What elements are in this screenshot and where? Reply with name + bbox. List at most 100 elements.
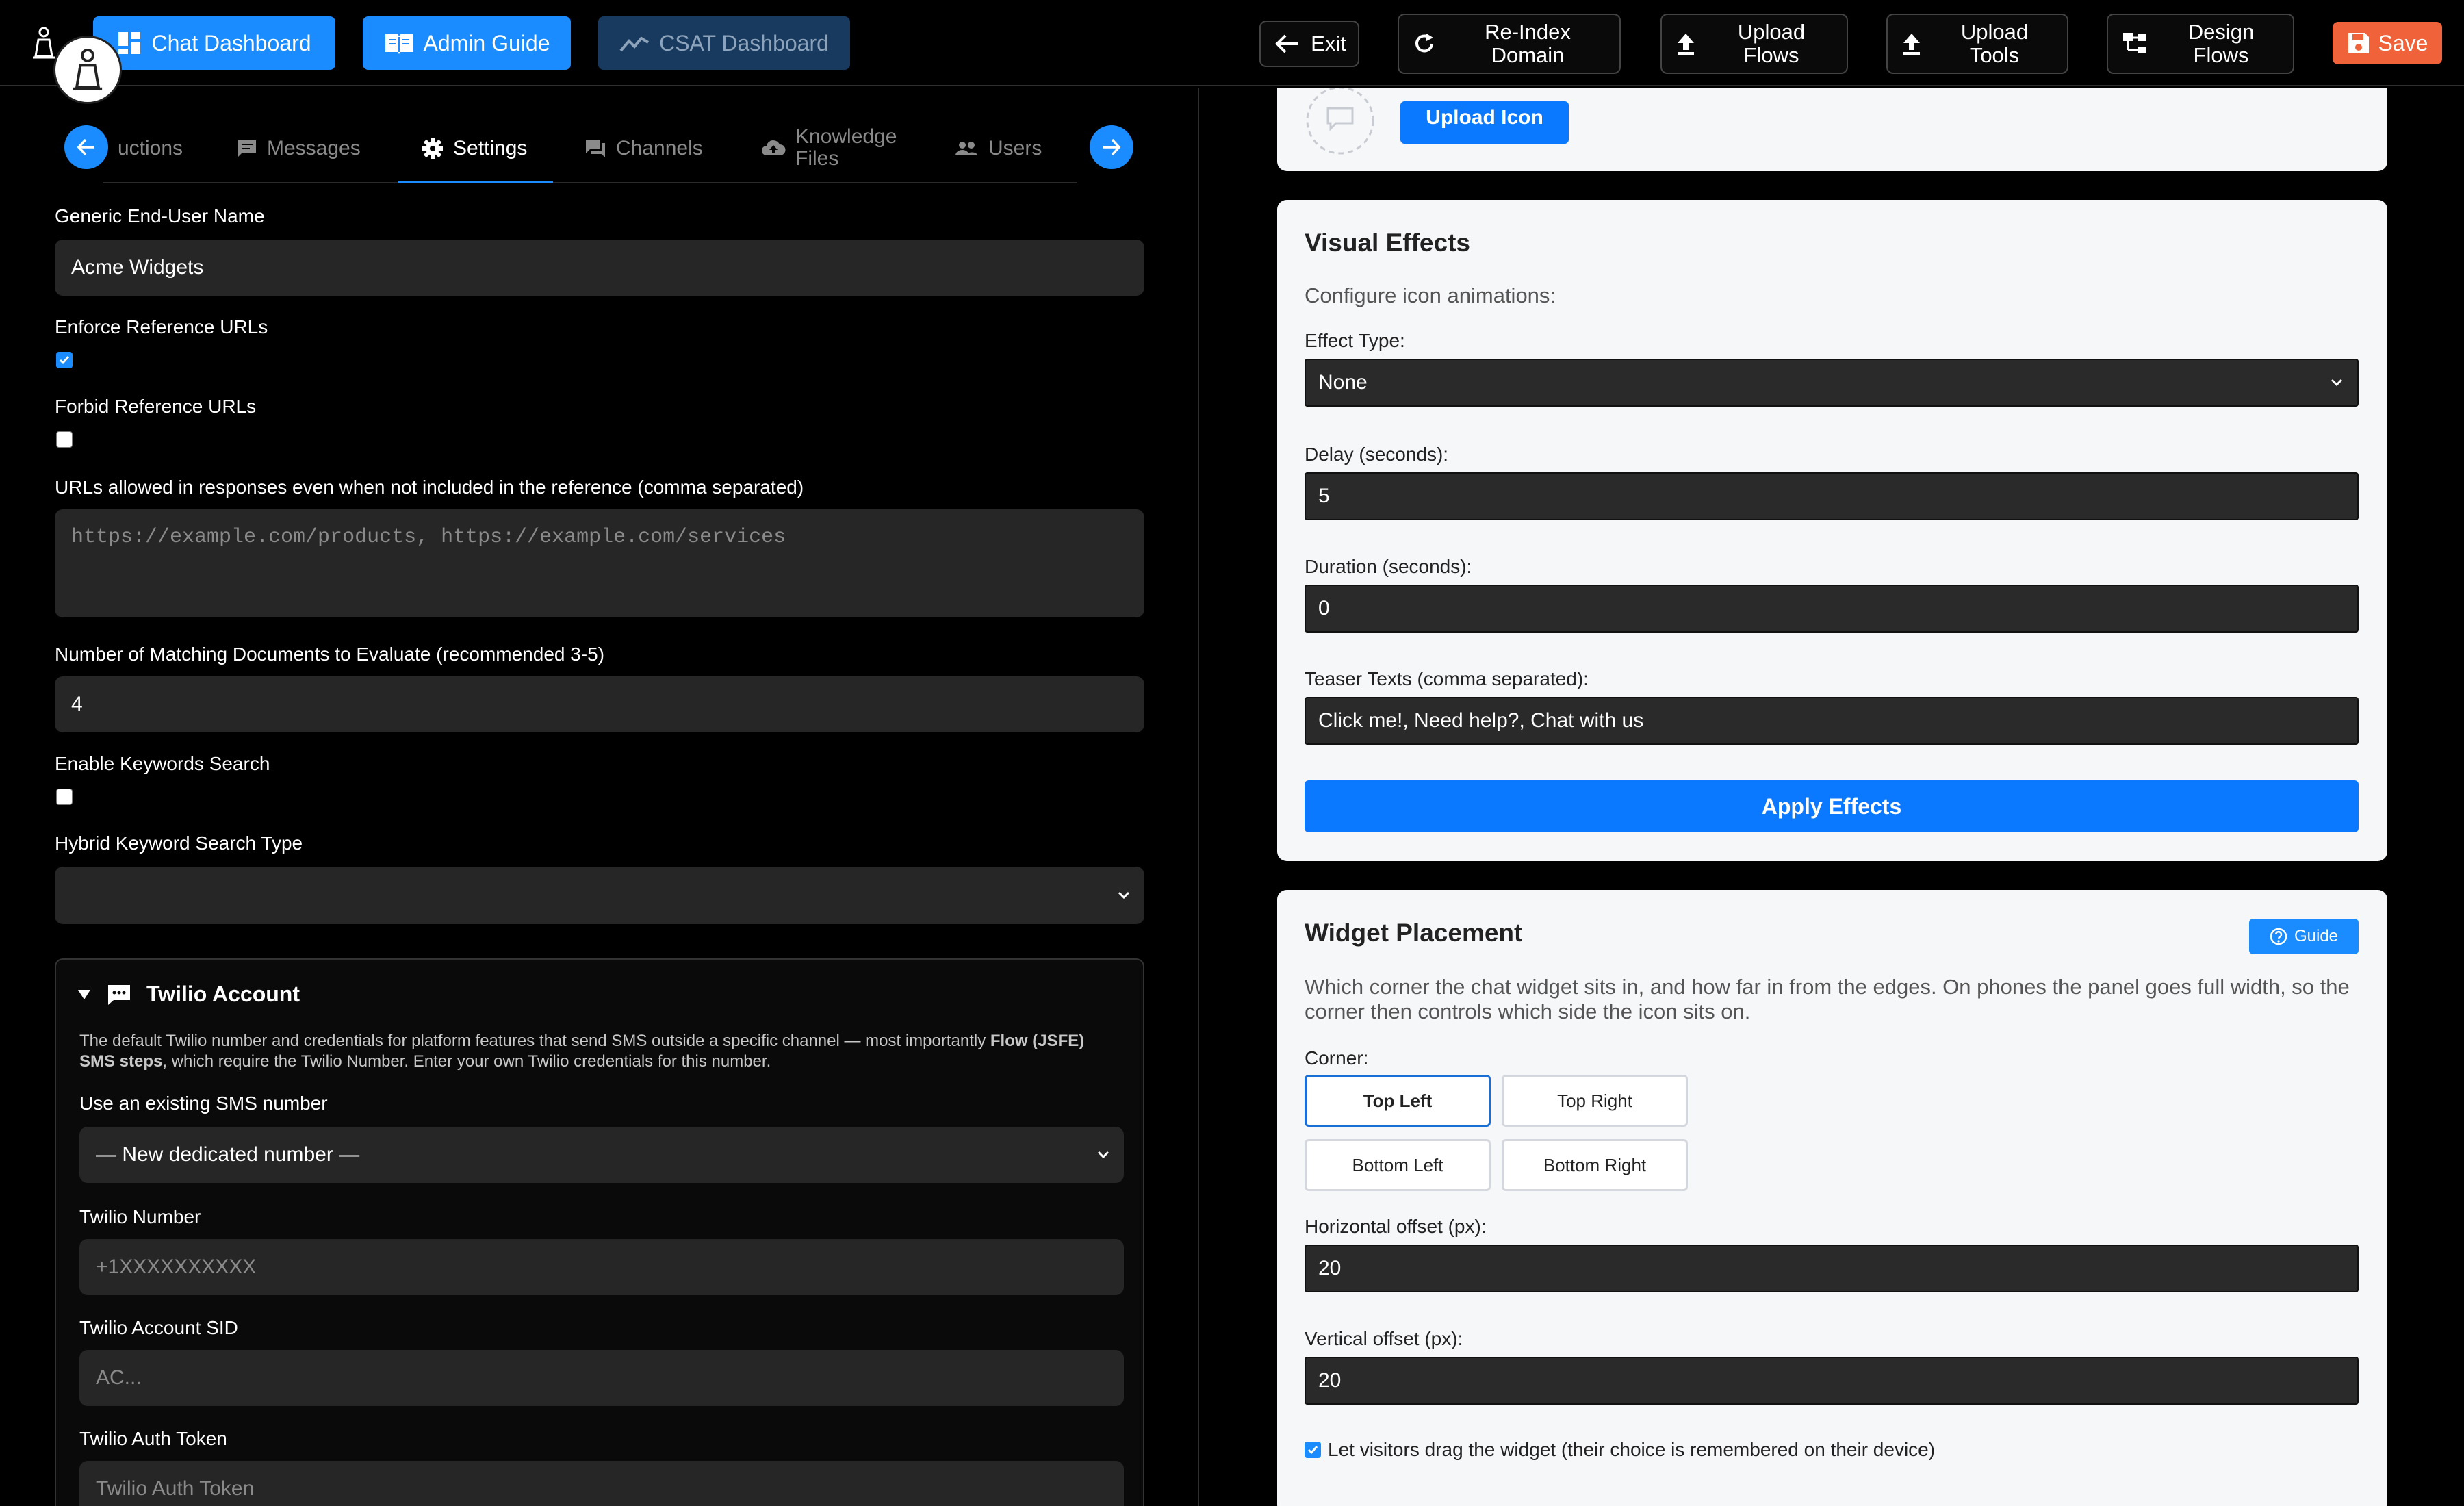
tab-knowledge-line1: Knowledge xyxy=(795,125,897,148)
keywords-search-checkbox[interactable] xyxy=(56,789,73,805)
duration-label: Duration (seconds): xyxy=(1305,556,1472,577)
corner-top-right-button[interactable]: Top Right xyxy=(1502,1075,1688,1127)
chat-dashboard-button[interactable]: Chat Dashboard xyxy=(93,16,335,70)
upload-flows-line1: Upload xyxy=(1737,20,1806,44)
chat-dashboard-label: Chat Dashboard xyxy=(151,30,311,55)
tab-users[interactable]: Users xyxy=(954,137,1042,160)
effect-type-select[interactable]: None xyxy=(1305,359,2359,407)
tab-knowledge-files[interactable]: Knowledge Files xyxy=(761,126,897,170)
tabs-divider xyxy=(103,182,1077,183)
cloud-upload-icon xyxy=(762,140,786,155)
horizontal-offset-input[interactable]: 20 xyxy=(1305,1245,2359,1292)
widget-config-panel: Upload Icon Visual Effects Configure ico… xyxy=(1201,88,2464,1506)
visual-effects-subtitle: Configure icon animations: xyxy=(1305,283,1556,307)
message-icon xyxy=(238,140,256,157)
twilio-section-header[interactable]: Twilio Account xyxy=(77,982,300,1007)
corner-bottom-left-button[interactable]: Bottom Left xyxy=(1305,1139,1491,1191)
visual-effects-title: Visual Effects xyxy=(1305,229,1470,257)
tabs-prev-button[interactable] xyxy=(64,125,108,169)
guide-button[interactable]: Guide xyxy=(2249,919,2359,954)
question-circle-icon xyxy=(2270,928,2287,945)
save-button[interactable]: Save xyxy=(2333,22,2442,64)
design-flows-line2: Flows xyxy=(2193,43,2249,67)
tab-settings[interactable]: Settings xyxy=(422,137,527,160)
icon-card: Upload Icon xyxy=(1277,88,2387,171)
checkmark-icon xyxy=(59,356,70,365)
exit-button[interactable]: Exit xyxy=(1259,21,1359,67)
dashboard-icon xyxy=(118,32,141,54)
trend-chart-icon xyxy=(619,36,650,52)
corner-top-left-button[interactable]: Top Left xyxy=(1305,1075,1491,1127)
avatar[interactable] xyxy=(53,36,122,104)
teaser-label: Teaser Texts (comma separated): xyxy=(1305,668,1589,689)
auth-token-label: Twilio Auth Token xyxy=(79,1428,227,1449)
twilio-number-input[interactable]: +1XXXXXXXXXX xyxy=(79,1239,1124,1295)
caret-down-icon xyxy=(78,989,90,999)
account-sid-label: Twilio Account SID xyxy=(79,1317,238,1338)
forbid-urls-checkbox[interactable] xyxy=(56,431,73,448)
chat-bubbles-icon xyxy=(586,140,605,157)
tab-instructions-label: uctions xyxy=(118,137,183,159)
effect-type-label: Effect Type: xyxy=(1305,330,1405,351)
upload-tools-line1: Upload xyxy=(1960,20,2029,44)
design-flows-button[interactable]: Design Flows xyxy=(2107,14,2294,74)
drag-widget-checkbox[interactable] xyxy=(1305,1442,1321,1458)
sms-icon xyxy=(108,984,130,1005)
corner-bottom-right-button[interactable]: Bottom Right xyxy=(1502,1139,1688,1191)
vertical-offset-input[interactable]: 20 xyxy=(1305,1357,2359,1405)
tab-settings-label: Settings xyxy=(453,137,528,159)
reindex-line1: Re-Index xyxy=(1485,20,1571,44)
app-logo-icon xyxy=(33,27,55,59)
chevron-down-icon xyxy=(1097,1151,1109,1159)
arrow-left-icon xyxy=(77,138,94,156)
upload-tools-button[interactable]: Upload Tools xyxy=(1886,14,2068,74)
active-tab-indicator xyxy=(398,181,553,183)
vertical-offset-label: Vertical offset (px): xyxy=(1305,1328,1463,1349)
existing-sms-label: Use an existing SMS number xyxy=(79,1093,328,1114)
csat-dashboard-button[interactable]: CSAT Dashboard xyxy=(598,16,850,70)
chat-icon-preview xyxy=(1306,88,1374,155)
account-sid-input[interactable]: AC... xyxy=(79,1350,1124,1406)
twilio-desc-part2: , which require the Twilio Number. Enter… xyxy=(162,1052,771,1071)
exit-label: Exit xyxy=(1311,31,1346,55)
allowed-urls-label: URLs allowed in responses even when not … xyxy=(55,476,804,498)
gear-icon xyxy=(422,138,443,159)
arrow-left-icon xyxy=(1275,34,1298,53)
hybrid-type-select[interactable] xyxy=(55,867,1144,924)
twilio-account-section: Twilio Account The default Twilio number… xyxy=(55,958,1144,1506)
guide-label: Guide xyxy=(2294,927,2339,945)
reindex-domain-button[interactable]: Re-Index Domain xyxy=(1398,14,1621,74)
chevron-down-icon xyxy=(2331,379,2343,387)
teaser-input[interactable]: Click me!, Need help?, Chat with us xyxy=(1305,697,2359,745)
widget-placement-card: Widget Placement Guide Which corner the … xyxy=(1277,890,2387,1506)
delay-input[interactable]: 5 xyxy=(1305,472,2359,520)
apply-effects-button[interactable]: Apply Effects xyxy=(1305,780,2359,832)
upload-icon-button[interactable]: Upload Icon xyxy=(1400,101,1569,144)
twilio-number-label: Twilio Number xyxy=(79,1206,201,1227)
upload-icon xyxy=(1678,34,1694,55)
upload-flows-button[interactable]: Upload Flows xyxy=(1660,14,1848,74)
enforce-urls-checkbox[interactable] xyxy=(56,352,73,368)
tab-messages-label: Messages xyxy=(267,137,361,159)
admin-guide-button[interactable]: Admin Guide xyxy=(363,16,571,70)
chevron-down-icon xyxy=(1118,891,1130,899)
save-label: Save xyxy=(2378,30,2428,55)
twilio-description: The default Twilio number and credential… xyxy=(79,1031,1120,1072)
tab-knowledge-line2: Files xyxy=(795,147,839,170)
tab-messages[interactable]: Messages xyxy=(237,137,361,160)
tab-channels[interactable]: Channels xyxy=(585,137,703,160)
auth-token-input[interactable]: Twilio Auth Token xyxy=(79,1461,1124,1506)
allowed-urls-textarea[interactable]: https://example.com/products, https://ex… xyxy=(55,509,1144,617)
end-user-name-input[interactable]: Acme Widgets xyxy=(55,240,1144,296)
tab-instructions[interactable]: uctions xyxy=(118,137,183,160)
tabs-next-button[interactable] xyxy=(1090,125,1133,169)
end-user-name-label: Generic End-User Name xyxy=(55,205,265,227)
existing-sms-select[interactable]: — New dedicated number — xyxy=(79,1127,1124,1183)
matching-docs-input[interactable]: 4 xyxy=(55,676,1144,732)
visual-effects-card: Visual Effects Configure icon animations… xyxy=(1277,200,2387,861)
design-flows-line1: Design xyxy=(2187,20,2255,44)
hybrid-type-label: Hybrid Keyword Search Type xyxy=(55,832,303,854)
admin-guide-label: Admin Guide xyxy=(423,30,550,55)
keywords-search-label: Enable Keywords Search xyxy=(55,753,270,774)
duration-input[interactable]: 0 xyxy=(1305,585,2359,633)
